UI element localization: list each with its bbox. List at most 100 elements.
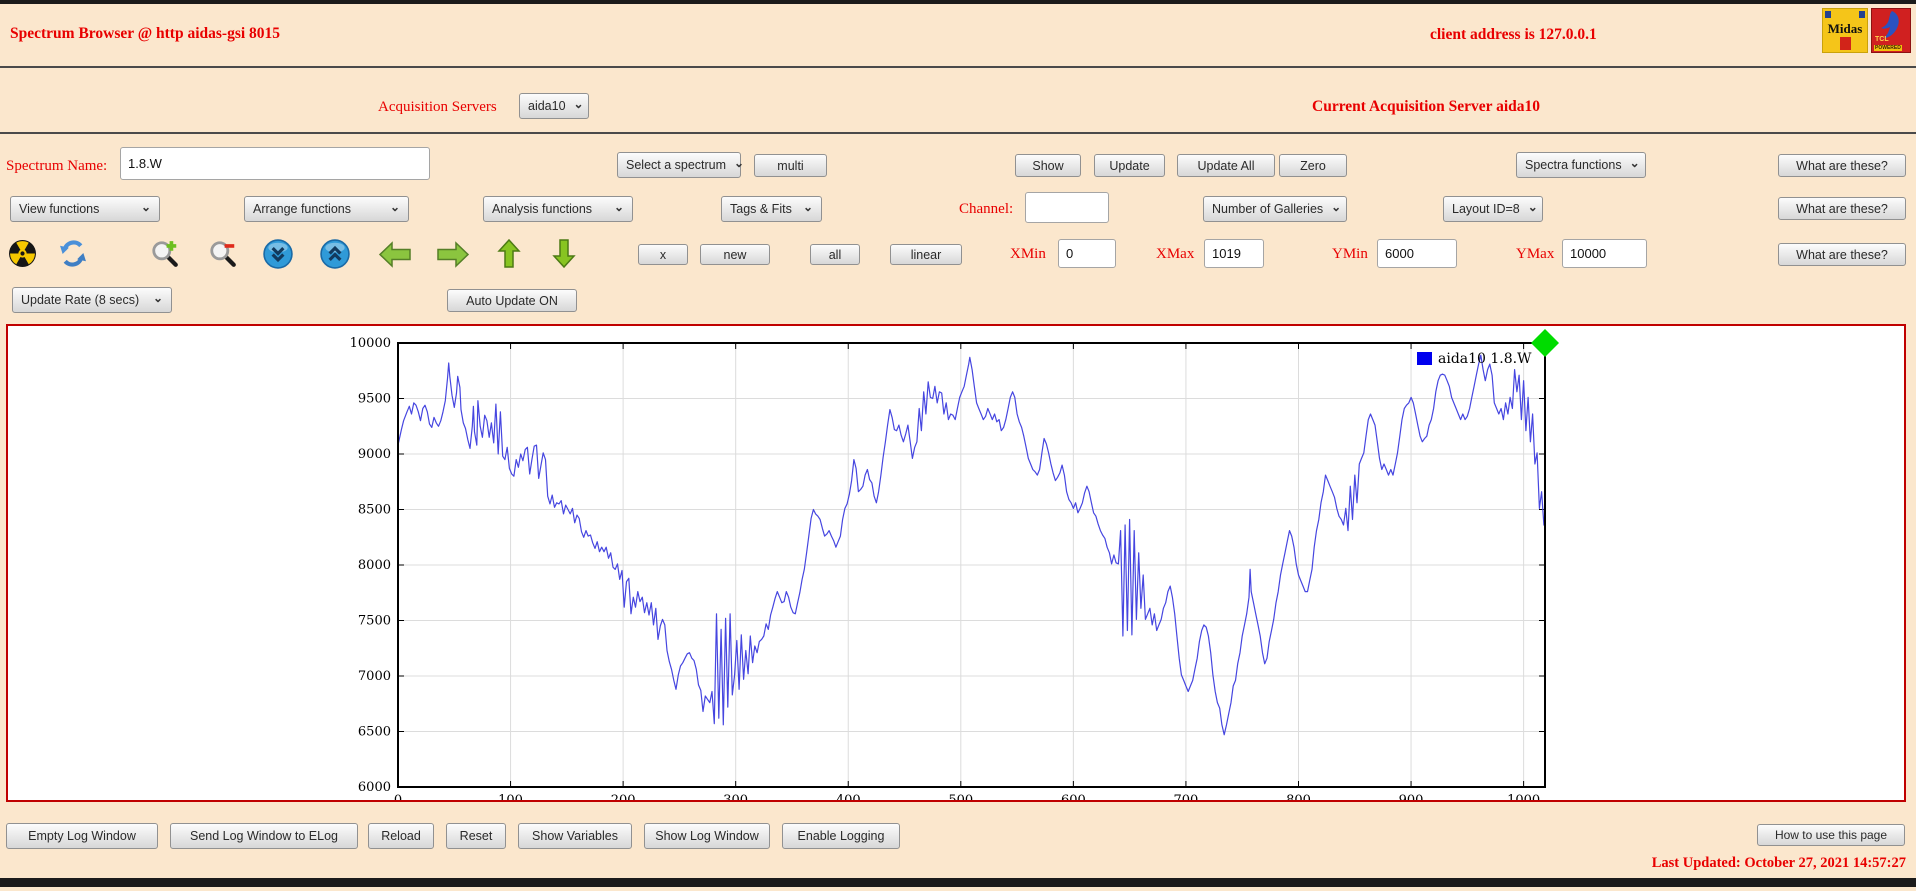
update-button[interactable]: Update xyxy=(1094,154,1165,177)
arrow-down-icon[interactable] xyxy=(552,238,576,269)
svg-text:9000: 9000 xyxy=(358,447,391,462)
midas-logo-text: Midas xyxy=(1823,21,1867,37)
chevron-down-icon: ⌄ xyxy=(141,201,151,213)
view-functions-label: View functions xyxy=(19,202,99,216)
analysis-functions-label: Analysis functions xyxy=(492,202,592,216)
zero-button[interactable]: Zero xyxy=(1279,154,1347,177)
channel-input[interactable] xyxy=(1025,192,1109,223)
view-functions-select[interactable]: View functions ⌄ xyxy=(10,196,160,222)
ymax-input[interactable] xyxy=(1562,239,1647,268)
show-button[interactable]: Show xyxy=(1015,154,1081,177)
scroll-up-icon[interactable] xyxy=(320,239,350,269)
select-a-spectrum[interactable]: Select a spectrum ⌄ xyxy=(617,152,741,178)
arrange-functions-select[interactable]: Arrange functions ⌄ xyxy=(244,196,409,222)
chevron-down-icon: ⌄ xyxy=(614,201,624,213)
page-title: Spectrum Browser @ http aidas-gsi 8015 xyxy=(10,25,280,43)
chevron-down-icon: ⌄ xyxy=(1331,201,1341,213)
linear-button[interactable]: linear xyxy=(890,244,962,265)
reload-button[interactable]: Reload xyxy=(368,823,434,849)
layout-id-select[interactable]: Layout ID=8 ⌄ xyxy=(1443,196,1543,222)
update-rate-select[interactable]: Update Rate (8 secs) ⌄ xyxy=(12,287,172,313)
svg-text:aida10 1.8.W: aida10 1.8.W xyxy=(1438,351,1532,367)
chevron-down-icon: ⌄ xyxy=(803,201,813,213)
svg-text:8000: 8000 xyxy=(358,558,391,573)
scroll-down-icon[interactable] xyxy=(263,239,293,269)
zoom-in-icon[interactable] xyxy=(150,239,180,269)
svg-text:1000: 1000 xyxy=(1507,793,1540,800)
svg-text:0: 0 xyxy=(394,793,402,800)
chevron-down-icon: ⌄ xyxy=(153,292,163,304)
svg-text:10000: 10000 xyxy=(350,336,391,351)
empty-log-button[interactable]: Empty Log Window xyxy=(6,823,158,849)
what-are-these-button-3[interactable]: What are these? xyxy=(1778,243,1906,266)
multi-button[interactable]: multi xyxy=(754,154,827,177)
svg-text:900: 900 xyxy=(1399,793,1424,800)
xmax-label: XMax xyxy=(1156,246,1194,263)
divider xyxy=(0,66,1916,68)
show-log-window-button[interactable]: Show Log Window xyxy=(644,823,770,849)
xmin-input[interactable] xyxy=(1058,239,1116,268)
spectrum-name-label: Spectrum Name: xyxy=(6,158,107,175)
midas-logo[interactable]: Midas xyxy=(1822,8,1868,53)
svg-text:600: 600 xyxy=(1061,793,1086,800)
send-log-elog-button[interactable]: Send Log Window to ELog xyxy=(170,823,358,849)
acquisition-server-value: aida10 xyxy=(528,99,566,113)
x-button[interactable]: x xyxy=(638,244,688,265)
svg-text:700: 700 xyxy=(1174,793,1199,800)
svg-text:7000: 7000 xyxy=(358,669,391,684)
svg-text:200: 200 xyxy=(611,793,636,800)
show-variables-button[interactable]: Show Variables xyxy=(518,823,632,849)
top-window-edge xyxy=(0,0,1916,4)
svg-text:8500: 8500 xyxy=(358,503,391,518)
what-are-these-button-1[interactable]: What are these? xyxy=(1778,154,1906,177)
zoom-out-icon[interactable] xyxy=(208,239,238,269)
radiation-icon[interactable] xyxy=(8,239,37,268)
chevron-down-icon: ⌄ xyxy=(390,201,400,213)
enable-logging-button[interactable]: Enable Logging xyxy=(782,823,900,849)
svg-text:400: 400 xyxy=(836,793,861,800)
midas-shield-right-icon xyxy=(1859,11,1865,18)
arrange-functions-label: Arrange functions xyxy=(253,202,351,216)
layout-id-label: Layout ID=8 xyxy=(1452,202,1520,216)
arrow-left-icon[interactable] xyxy=(378,241,412,268)
channel-label: Channel: xyxy=(959,201,1013,218)
arrow-right-icon[interactable] xyxy=(436,241,470,268)
client-address: client address is 127.0.0.1 xyxy=(1430,26,1597,44)
spectra-functions-select[interactable]: Spectra functions ⌄ xyxy=(1516,152,1646,178)
spectrum-name-input[interactable] xyxy=(120,147,430,180)
divider xyxy=(0,132,1916,134)
tcl-logo-text: TCL xyxy=(1875,36,1889,43)
reset-button[interactable]: Reset xyxy=(446,823,506,849)
all-button[interactable]: all xyxy=(810,244,860,265)
svg-text:500: 500 xyxy=(948,793,973,800)
chevron-down-icon: ⌄ xyxy=(734,157,744,169)
last-updated-text: Last Updated: October 27, 2021 14:57:27 xyxy=(1652,855,1906,872)
tcl-powered-text: POWERED xyxy=(1874,45,1902,51)
bottom-window-edge xyxy=(0,878,1916,887)
analysis-functions-select[interactable]: Analysis functions ⌄ xyxy=(483,196,633,222)
spectra-functions-label: Spectra functions xyxy=(1525,158,1622,172)
arrow-up-icon[interactable] xyxy=(497,238,521,269)
tcl-powered-logo[interactable]: TCL POWERED xyxy=(1871,8,1911,53)
midas-red-badge xyxy=(1840,37,1851,50)
chevron-down-icon: ⌄ xyxy=(1630,157,1640,169)
xmax-input[interactable] xyxy=(1204,239,1264,268)
svg-text:6500: 6500 xyxy=(358,725,391,740)
ymin-input[interactable] xyxy=(1377,239,1457,268)
spectrum-chart[interactable]: 0100200300400500600700800900100060006500… xyxy=(8,326,1904,800)
how-to-use-button[interactable]: How to use this page xyxy=(1757,824,1905,846)
ymax-label: YMax xyxy=(1516,246,1554,263)
number-of-galleries-label: Number of Galleries xyxy=(1212,202,1323,216)
number-of-galleries-select[interactable]: Number of Galleries ⌄ xyxy=(1203,196,1347,222)
what-are-these-button-2[interactable]: What are these? xyxy=(1778,197,1906,220)
svg-text:800: 800 xyxy=(1286,793,1311,800)
auto-update-button[interactable]: Auto Update ON xyxy=(447,289,577,312)
svg-text:100: 100 xyxy=(498,793,523,800)
acquisition-server-select[interactable]: aida10 ⌄ xyxy=(519,93,589,119)
tags-fits-label: Tags & Fits xyxy=(730,202,792,216)
svg-text:6000: 6000 xyxy=(358,780,391,795)
new-button[interactable]: new xyxy=(700,244,770,265)
update-all-button[interactable]: Update All xyxy=(1177,154,1275,177)
refresh-icon[interactable] xyxy=(58,239,88,268)
tags-fits-select[interactable]: Tags & Fits ⌄ xyxy=(721,196,822,222)
